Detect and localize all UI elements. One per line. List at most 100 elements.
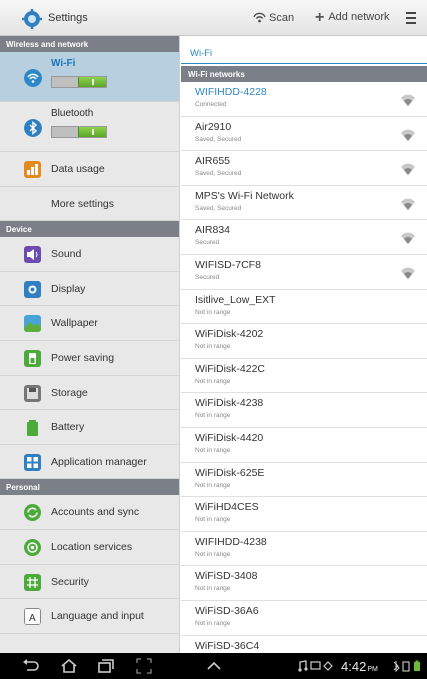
up-arrow-icon[interactable] xyxy=(206,658,222,674)
network-item[interactable]: WIFIHDD-4238 Not in range xyxy=(181,532,427,567)
sidebar-item-label: Sound xyxy=(51,248,82,261)
sidebar-item-label: Wallpaper xyxy=(51,317,98,330)
network-item[interactable]: WIFIHDD-4228 Connected xyxy=(181,82,427,117)
display-icon xyxy=(24,280,41,298)
section-header-personal: Personal xyxy=(0,479,179,496)
sidebar-item-accounts-sync[interactable]: Accounts and sync xyxy=(0,495,179,530)
sidebar-item-label: Application manager xyxy=(51,455,147,468)
network-ssid: Air2910 xyxy=(195,120,232,133)
network-item[interactable]: WiFiSD-36A6 Not in range xyxy=(181,601,427,636)
sidebar-item-application-manager[interactable]: Application manager xyxy=(0,445,179,480)
application-manager-icon xyxy=(24,453,41,471)
add-network-label: Add network xyxy=(328,11,390,23)
network-status: Saved, Secured xyxy=(195,135,242,143)
status-icons-right xyxy=(393,660,420,673)
sidebar-item-language-input[interactable]: A Language and input xyxy=(0,599,179,634)
network-item[interactable]: WiFiSD-36C4 xyxy=(181,636,427,654)
network-item[interactable]: WiFiDisk-4420 Not in range xyxy=(181,428,427,463)
action-bar: Settings Scan + Add network xyxy=(0,0,427,36)
network-item[interactable]: WIFISD-7CF8 Secured xyxy=(181,255,427,290)
overflow-menu-icon[interactable] xyxy=(406,9,422,27)
network-status: Not in range xyxy=(195,343,231,351)
network-item[interactable]: WiFiDisk-422C Not in range xyxy=(181,359,427,394)
network-item[interactable]: WiFiDisk-4202 Not in range xyxy=(181,324,427,359)
status-icons-left xyxy=(298,660,333,672)
network-item[interactable]: AIR655 Saved, Secured xyxy=(181,151,427,186)
section-header-device: Device xyxy=(0,221,179,238)
network-ssid: Isitlive_Low_EXT xyxy=(195,293,276,306)
battery-icon xyxy=(27,420,38,437)
scan-wifi-icon xyxy=(253,12,266,23)
wifi-signal-icon xyxy=(401,94,415,106)
storage-icon xyxy=(24,384,41,402)
data-usage-icon xyxy=(24,161,41,178)
page-title: Settings xyxy=(48,12,88,24)
scan-label: Scan xyxy=(269,11,295,24)
sidebar-item-bluetooth[interactable]: Bluetooth xyxy=(0,102,179,152)
wifi-toggle[interactable] xyxy=(51,76,107,88)
network-item[interactable]: AIR834 Secured xyxy=(181,220,427,255)
wifi-signal-icon xyxy=(401,233,415,245)
recent-apps-icon[interactable] xyxy=(97,658,115,674)
network-status: Not in range xyxy=(195,585,231,593)
wallpaper-icon xyxy=(24,315,41,333)
power-saving-icon xyxy=(24,349,41,367)
network-item[interactable]: Isitlive_Low_EXT Not in range xyxy=(181,290,427,325)
network-item[interactable]: Air2910 Saved, Secured xyxy=(181,117,427,152)
sidebar-item-power-saving[interactable]: Power saving xyxy=(0,341,179,376)
network-item[interactable]: WiFiHD4CES Not in range xyxy=(181,497,427,532)
sidebar-item-location-services[interactable]: Location services xyxy=(0,530,179,565)
sidebar-item-label: Power saving xyxy=(51,351,115,364)
home-icon[interactable] xyxy=(60,658,78,674)
sidebar-item-label: Accounts and sync xyxy=(51,506,140,519)
sidebar-item-sound[interactable]: Sound xyxy=(0,237,179,272)
back-icon[interactable] xyxy=(22,658,40,674)
wifi-panel-title: Wi-Fi xyxy=(181,36,427,64)
sidebar-item-more-settings[interactable]: More settings xyxy=(0,187,179,222)
network-ssid: WiFiSD-36A6 xyxy=(195,604,259,617)
network-item[interactable]: WiFiDisk-625E Not in range xyxy=(181,463,427,498)
sidebar-item-wifi[interactable]: Wi-Fi xyxy=(0,52,179,102)
network-ssid: MPS's Wi-Fi Network xyxy=(195,189,294,202)
wifi-signal-icon xyxy=(401,198,415,210)
clock-ampm: PM xyxy=(367,666,378,673)
network-status: Secured xyxy=(195,239,220,247)
screenshot-icon[interactable] xyxy=(136,658,152,674)
add-network-button[interactable]: + Add network xyxy=(315,9,390,25)
sidebar-item-label: Language and input xyxy=(51,610,144,623)
scan-button[interactable]: Scan xyxy=(253,11,294,24)
network-status: Not in range xyxy=(195,412,231,420)
network-ssid: WiFiHD4CES xyxy=(195,501,259,514)
sidebar-item-security[interactable]: Security xyxy=(0,565,179,600)
sidebar-item-wallpaper[interactable]: Wallpaper xyxy=(0,306,179,341)
sidebar-item-display[interactable]: Display xyxy=(0,272,179,307)
network-item[interactable]: WiFiSD-3408 Not in range xyxy=(181,566,427,601)
network-status: Not in range xyxy=(195,550,231,558)
network-ssid: WiFiDisk-4238 xyxy=(195,397,264,410)
network-status: Connected xyxy=(195,101,227,108)
network-item[interactable]: WiFiDisk-4238 Not in range xyxy=(181,393,427,428)
network-ssid: WiFiDisk-4202 xyxy=(195,328,264,341)
sidebar-item-label: Battery xyxy=(51,421,85,434)
bluetooth-toggle[interactable] xyxy=(51,126,107,138)
network-ssid: AIR655 xyxy=(195,155,231,168)
language-icon: A xyxy=(24,608,41,626)
sidebar-item-storage[interactable]: Storage xyxy=(0,376,179,411)
wifi-signal-icon xyxy=(401,267,415,279)
network-ssid: WiFiSD-36C4 xyxy=(195,639,260,652)
sidebar-item-label: Storage xyxy=(51,386,88,399)
sound-icon xyxy=(24,246,41,264)
network-status: Not in range xyxy=(195,308,231,316)
sidebar-item-data-usage[interactable]: Data usage xyxy=(0,152,179,187)
sidebar-item-battery[interactable]: Battery xyxy=(0,410,179,445)
network-ssid: WiFiDisk-625E xyxy=(195,466,265,479)
wifi-signal-icon xyxy=(401,129,415,141)
settings-gear-icon[interactable] xyxy=(22,9,42,29)
wifi-icon xyxy=(24,69,42,87)
sidebar-item-label: More settings xyxy=(51,197,115,210)
location-icon xyxy=(24,538,41,556)
network-status: Not in range xyxy=(195,377,231,385)
network-ssid: WiFiSD-3408 xyxy=(195,570,258,583)
network-item[interactable]: MPS's Wi-Fi Network Saved, Secured xyxy=(181,186,427,221)
settings-menu: Wireless and network Wi-Fi Bluetooth Dat… xyxy=(0,36,180,653)
